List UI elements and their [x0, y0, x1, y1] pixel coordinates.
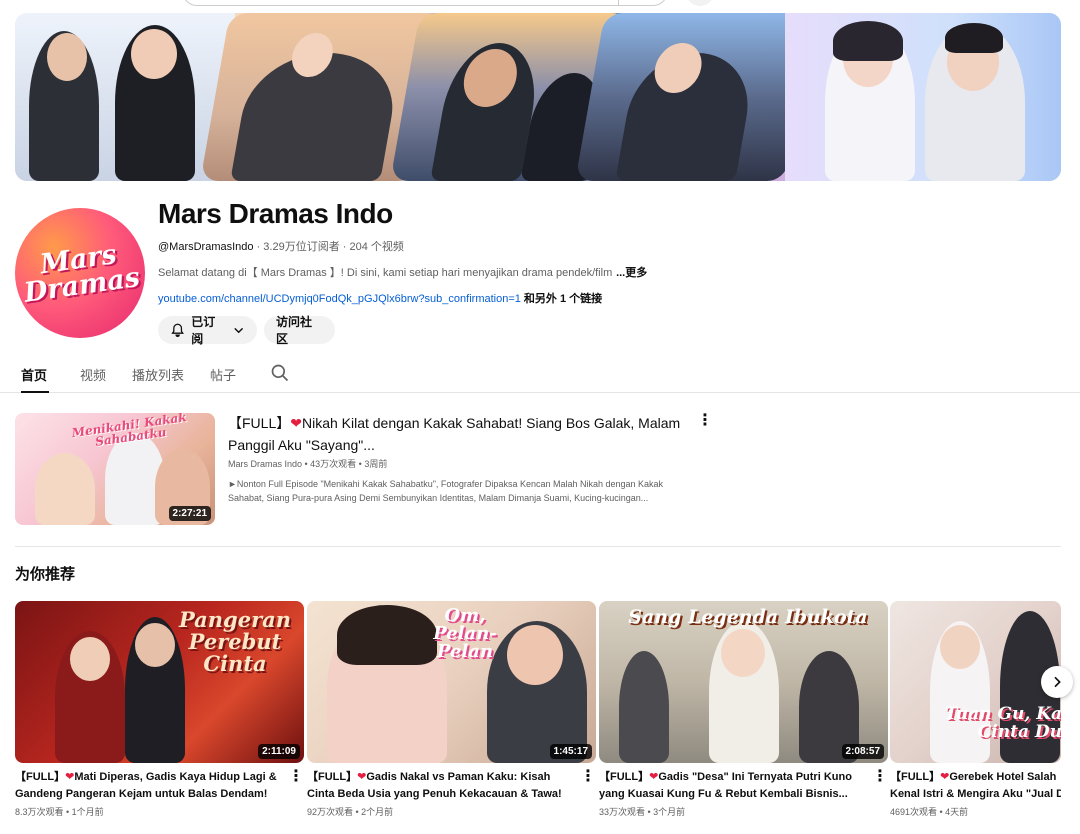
video-card[interactable]: Om, Pelan-Pelan 1:45:17 【FULL】❤Gadis Nak…: [307, 601, 596, 818]
video-thumbnail[interactable]: Om, Pelan-Pelan 1:45:17: [307, 601, 596, 763]
banner-panel: [575, 13, 815, 181]
thumbnail-art: Pangeran Perebut Cinta: [178, 607, 292, 676]
tab-posts[interactable]: 帖子: [210, 365, 236, 393]
avatar-logo-text: Mars Dramas: [21, 238, 142, 309]
banner-panel: [15, 13, 235, 181]
heart-icon: ❤: [290, 415, 302, 431]
thumbnail-art: Om, Pelan-Pelan: [433, 605, 497, 662]
subscribed-label: 已订阅: [191, 315, 216, 346]
channel-description[interactable]: Selamat datang di【 Mars Dramas 】! Di sin…: [158, 264, 647, 280]
tab-playlists[interactable]: 播放列表: [132, 365, 184, 393]
video-card[interactable]: Sang Legenda Ibukota 2:08:57 【FULL】❤Gadi…: [599, 601, 888, 818]
heart-icon: ❤: [649, 771, 659, 783]
video-meta: 33万次观看 • 3个月前: [599, 807, 686, 817]
video-title[interactable]: 【FULL】❤Gadis "Desa" Ini Ternyata Putri K…: [599, 769, 888, 803]
more-actions-icon[interactable]: ⋮: [580, 769, 596, 785]
description-text: Selamat datang di【 Mars Dramas 】! Di sin…: [158, 267, 613, 279]
video-duration: 2:11:09: [258, 744, 300, 759]
more-actions-icon[interactable]: ⋮: [872, 769, 888, 785]
visit-community-button[interactable]: 访问社区: [264, 315, 335, 346]
video-meta: 4691次观看 • 4天前: [890, 807, 969, 817]
bell-icon: [171, 323, 184, 337]
search-bar[interactable]: [182, 0, 668, 6]
video-duration: 1:45:17: [549, 744, 592, 759]
tab-videos[interactable]: 视频: [80, 365, 106, 393]
video-duration: 2:27:21: [168, 506, 211, 521]
shelf-next-button[interactable]: [1041, 666, 1073, 698]
heart-icon: ❤: [357, 771, 367, 783]
voice-search-button[interactable]: [686, 0, 714, 6]
featured-video-title[interactable]: 【FULL】❤Nikah Kilat dengan Kakak Sahabat!…: [228, 412, 688, 456]
more-actions-icon[interactable]: ⋮: [697, 413, 713, 429]
channel-links: youtube.com/channel/UCDymjq0FodQk_pGJQlx…: [158, 290, 602, 306]
channel-link[interactable]: youtube.com/channel/UCDymjq0FodQk_pGJQlx…: [158, 293, 521, 305]
channel-handle: @MarsDramasIndo: [158, 241, 254, 253]
featured-video-thumbnail[interactable]: Menikahi! Kakak Sahabatku 2:27:21: [15, 413, 215, 525]
video-thumbnail[interactable]: Sang Legenda Ibukota 2:08:57: [599, 601, 888, 763]
thumbnail-art: Tuan Gu, Ka Cinta Du: [944, 704, 1061, 742]
chevron-right-icon: [1054, 676, 1061, 688]
featured-video-meta: Mars Dramas Indo • 43万次观看 • 3周前: [228, 459, 388, 469]
video-meta: 92万次观看 • 2个月前: [307, 807, 394, 817]
channel-stats: · 3.29万位订阅者 · 204 个视频: [253, 241, 404, 253]
tab-home[interactable]: 首页: [21, 365, 49, 393]
banner-panel: [785, 13, 1061, 181]
channel-search-button[interactable]: [270, 363, 290, 391]
channel-name: Mars Dramas Indo: [158, 198, 393, 229]
community-label: 访问社区: [276, 315, 313, 346]
video-thumbnail[interactable]: Pangeran Perebut Cinta 2:11:09: [15, 601, 304, 763]
description-more-link[interactable]: ...更多: [616, 267, 647, 279]
chevron-down-icon: [233, 327, 243, 334]
search-divider: [618, 0, 619, 5]
more-actions-icon[interactable]: ⋮: [288, 769, 304, 785]
search-icon: [271, 364, 289, 382]
video-card[interactable]: Pangeran Perebut Cinta 2:11:09 【FULL】❤Ma…: [15, 601, 304, 818]
video-title[interactable]: 【FULL】❤Mati Diperas, Gadis Kaya Hidup La…: [15, 769, 304, 803]
video-duration: 2:08:57: [841, 744, 884, 759]
video-thumbnail[interactable]: Tuan Gu, Ka Cinta Du: [890, 601, 1061, 763]
channel-avatar[interactable]: Mars Dramas: [15, 208, 145, 338]
video-meta: 8.3万次观看 • 1个月前: [15, 807, 104, 817]
subscribed-button[interactable]: 已订阅: [158, 315, 257, 346]
channel-tabs: 首页 视频 播放列表 帖子: [0, 356, 1080, 393]
video-title[interactable]: 【FULL】❤Gadis Nakal vs Paman Kaku: Kisah …: [307, 769, 596, 803]
video-title[interactable]: 【FULL】❤Gerebek Hotel Salah Kenal Istri &…: [890, 769, 1061, 803]
section-title: 为你推荐: [15, 566, 76, 583]
channel-meta: @MarsDramasIndo · 3.29万位订阅者 · 204 个视频: [158, 238, 404, 254]
section-divider: [15, 546, 1061, 547]
heart-icon: ❤: [65, 771, 75, 783]
video-card[interactable]: Tuan Gu, Ka Cinta Du 【FULL】❤Gerebek Hote…: [890, 601, 1061, 818]
more-links[interactable]: 和另外 1 个链接: [521, 293, 602, 305]
channel-banner: [15, 13, 1061, 181]
heart-icon: ❤: [940, 771, 950, 783]
featured-video-description: ►Nonton Full Episode "Menikahi Kakak Sah…: [228, 479, 664, 503]
thumbnail-art: Sang Legenda Ibukota: [628, 606, 868, 628]
